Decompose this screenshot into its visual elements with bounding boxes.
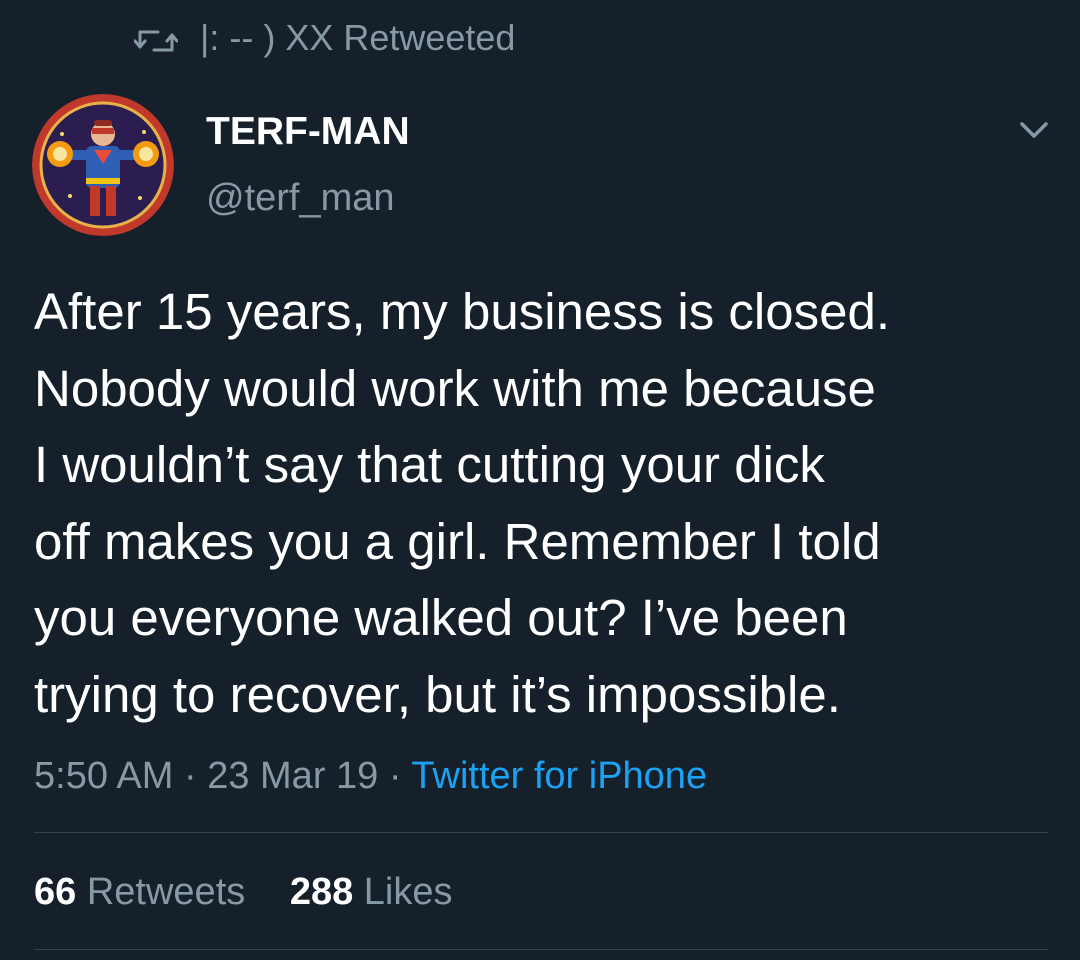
retweet-header-text: |: -- ) XX Retweeted [200, 17, 516, 58]
retweet-icon [133, 23, 179, 53]
display-name[interactable]: TERF-MAN [206, 108, 410, 156]
tweet-meta: 5:50 AM · 23 Mar 19 · Twitter for iPhone [34, 752, 707, 800]
divider [34, 832, 1048, 833]
retweets-label: Retweets [86, 871, 246, 913]
tweet-stats: 66 Retweets 288 Likes [34, 868, 487, 916]
tweet-time: 5:50 AM [34, 755, 174, 797]
user-handle[interactable]: @terf_man [206, 174, 395, 222]
divider [34, 949, 1048, 950]
likes-label: Likes [363, 871, 453, 913]
retweets-stat[interactable]: 66 Retweets [34, 868, 245, 916]
likes-stat[interactable]: 288 Likes [290, 868, 453, 916]
avatar[interactable] [32, 94, 174, 236]
likes-count: 288 [289, 871, 354, 913]
tweet-text: After 15 years, my business is closed. N… [34, 283, 891, 723]
chevron-down-icon[interactable] [1014, 114, 1054, 146]
retweets-count: 66 [34, 871, 77, 913]
superhero-avatar-icon [32, 94, 174, 236]
meta-separator: · [378, 755, 412, 797]
tweet-date: 23 Mar 19 [207, 755, 379, 797]
retweet-header[interactable]: |: -- ) XX Retweeted [133, 16, 516, 60]
meta-separator: · [173, 755, 208, 797]
tweet-detail: |: -- ) XX Retweeted TERF-MAN @terf_man … [0, 0, 1080, 960]
tweet-source-link[interactable]: Twitter for iPhone [411, 755, 707, 797]
